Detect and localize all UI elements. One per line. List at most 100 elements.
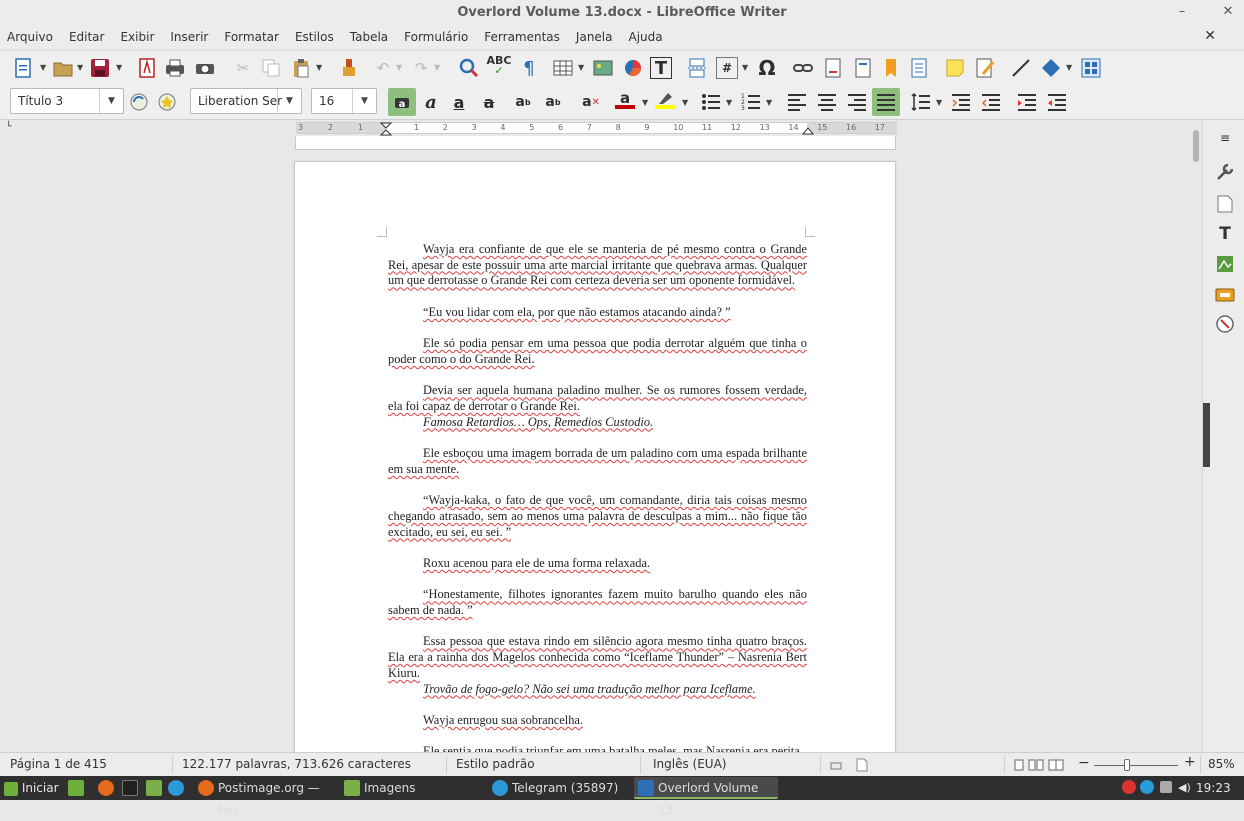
font-color-dropdown-icon[interactable]: ▼: [642, 98, 648, 107]
taskbar-window-telegram[interactable]: Telegram (35897): [488, 777, 632, 799]
font-color-button[interactable]: a: [614, 89, 636, 111]
word-count[interactable]: 122.177 palavras, 713.626 caracteres: [182, 757, 411, 771]
start-menu-button[interactable]: Iniciar: [4, 776, 59, 800]
page-icon[interactable]: [1215, 194, 1235, 214]
new-document-icon[interactable]: [12, 57, 34, 79]
minimize-button[interactable]: –: [1170, 0, 1194, 26]
volume-tray-icon[interactable]: ◀): [1178, 776, 1191, 800]
multi-page-view-icon[interactable]: [1028, 759, 1044, 771]
new-dropdown-icon[interactable]: ▼: [40, 63, 46, 72]
print-icon[interactable]: [164, 57, 186, 79]
document-modified-icon[interactable]: [856, 758, 868, 772]
menu-tabela[interactable]: Tabela: [350, 30, 388, 44]
menu-exibir[interactable]: Exibir: [120, 30, 154, 44]
footnote-icon[interactable]: [822, 57, 844, 79]
compass-icon[interactable]: [1215, 314, 1235, 334]
scrollbar-thumb[interactable]: [1193, 130, 1199, 162]
horizontal-ruler[interactable]: └ 3 2 1 1 2 3 4 5 6 7 8 9 10 11 12 13 14 15 16 17: [0, 120, 1210, 136]
page-style[interactable]: Estilo padrão: [456, 757, 535, 771]
subscript-button[interactable]: ab: [542, 91, 564, 113]
menu-formatar[interactable]: Formatar: [224, 30, 279, 44]
language-status[interactable]: Inglês (EUA): [653, 757, 726, 771]
table-dropdown-icon[interactable]: ▼: [578, 63, 584, 72]
paragraph-style-box[interactable]: Título 3 ▼: [10, 88, 124, 114]
show-desktop-icon[interactable]: [68, 780, 84, 796]
paragraph[interactable]: Devia ser aquela humana paladino mulher.…: [388, 383, 807, 414]
line-spacing-icon[interactable]: [910, 91, 932, 113]
paragraph[interactable]: Wayja era confiante de que ele se manter…: [388, 242, 807, 289]
taskbar-window-writer[interactable]: Overlord Volume 13....: [634, 777, 778, 817]
endnote-icon[interactable]: [852, 57, 874, 79]
find-replace-icon[interactable]: [458, 57, 480, 79]
font-name-box[interactable]: Liberation Ser ▼: [190, 88, 302, 114]
undo-dropdown-icon[interactable]: ▼: [396, 63, 402, 72]
special-character-icon[interactable]: Ω: [756, 56, 778, 80]
close-window-button[interactable]: ✕: [1216, 0, 1240, 26]
vertical-scrollbar[interactable]: [1190, 120, 1202, 752]
document-page[interactable]: Wayja era confiante de que ele se manter…: [294, 161, 896, 752]
bookmark-icon[interactable]: [880, 57, 902, 79]
numbered-dropdown-icon[interactable]: ▼: [766, 98, 772, 107]
sidebar-collapse-handle[interactable]: [1203, 403, 1210, 467]
chevron-down-icon[interactable]: ▼: [99, 89, 123, 113]
zoom-out-icon[interactable]: −: [1078, 755, 1090, 771]
files-launcher-icon[interactable]: [146, 780, 162, 796]
bold-button[interactable]: a: [388, 88, 416, 116]
justify-icon[interactable]: [872, 88, 900, 116]
menu-ajuda[interactable]: Ajuda: [629, 30, 663, 44]
decrease-paragraph-spacing-icon[interactable]: [980, 91, 1002, 113]
export-pdf-icon[interactable]: [136, 57, 158, 79]
clear-formatting-button[interactable]: a ✕: [580, 91, 602, 113]
align-right-icon[interactable]: [846, 91, 868, 113]
tab-stop-icon[interactable]: └: [6, 122, 11, 132]
document-body[interactable]: Wayja era confiante de que ele se manter…: [388, 242, 807, 752]
spellcheck-icon[interactable]: ABC ✓: [487, 55, 512, 77]
underline-button[interactable]: a: [448, 91, 470, 113]
paragraph[interactable]: Wayja enrugou sua sobrancelha.: [388, 713, 807, 729]
insert-image-icon[interactable]: [592, 57, 614, 79]
zoom-level[interactable]: 85%: [1208, 757, 1235, 771]
paragraph[interactable]: Essa pessoa que estava rindo em silêncio…: [388, 634, 807, 681]
paragraph[interactable]: Ele sentia que podia triunfar em uma bat…: [388, 744, 807, 752]
telegram-tray-icon[interactable]: [1140, 780, 1154, 794]
new-style-icon[interactable]: [156, 91, 178, 113]
highlight-color-button[interactable]: [654, 89, 676, 111]
bullet-list-icon[interactable]: [700, 91, 722, 113]
right-indent-marker-icon[interactable]: [802, 127, 814, 135]
menu-inserir[interactable]: Inserir: [170, 30, 208, 44]
clock[interactable]: 19:23: [1196, 776, 1231, 800]
indent-marker-icon[interactable]: [380, 122, 392, 136]
paragraph[interactable]: Famosa Retardios… Ops, Remedios Custodio…: [388, 415, 807, 431]
shapes-dropdown-icon[interactable]: ▼: [1066, 63, 1072, 72]
single-page-view-icon[interactable]: [1014, 759, 1024, 771]
superscript-button[interactable]: ab: [512, 91, 534, 113]
menu-janela[interactable]: Janela: [576, 30, 613, 44]
paragraph[interactable]: Ele só podia pensar em uma pessoa que po…: [388, 336, 807, 367]
copy-icon[interactable]: [260, 57, 282, 79]
close-document-icon[interactable]: ✕: [1204, 28, 1216, 44]
cut-icon[interactable]: ✂: [232, 57, 254, 79]
menu-arquivo[interactable]: Arquivo: [7, 30, 53, 44]
font-size-box[interactable]: 16 ▼: [311, 88, 377, 114]
update-tray-icon[interactable]: [1122, 780, 1136, 794]
open-dropdown-icon[interactable]: ▼: [77, 63, 83, 72]
track-changes-icon[interactable]: [974, 57, 996, 79]
styles-icon[interactable]: T: [1215, 224, 1235, 244]
update-style-icon[interactable]: [128, 91, 150, 113]
zoom-slider[interactable]: [1094, 765, 1178, 766]
clone-formatting-icon[interactable]: [338, 57, 360, 79]
firefox-launcher-icon[interactable]: [98, 780, 114, 796]
increase-indent-icon[interactable]: [1016, 91, 1038, 113]
sidebar-menu-icon[interactable]: ≡: [1215, 128, 1235, 148]
increase-paragraph-spacing-icon[interactable]: [950, 91, 972, 113]
paragraph[interactable]: Ele esboçou uma imagem borrada de um pal…: [388, 446, 807, 477]
bullet-dropdown-icon[interactable]: ▼: [726, 98, 732, 107]
align-left-icon[interactable]: [786, 91, 808, 113]
navigator-icon[interactable]: [1215, 284, 1235, 304]
redo-dropdown-icon[interactable]: ▼: [434, 63, 440, 72]
paragraph[interactable]: “Honestamente, filhotes ignorantes fazem…: [388, 587, 807, 618]
decrease-indent-icon[interactable]: [1046, 91, 1068, 113]
ruler-track[interactable]: 3 2 1 1 2 3 4 5 6 7 8 9 10 11 12 13 14 15 16 17: [296, 122, 897, 136]
menu-estilos[interactable]: Estilos: [295, 30, 334, 44]
network-tray-icon[interactable]: [1160, 781, 1172, 793]
